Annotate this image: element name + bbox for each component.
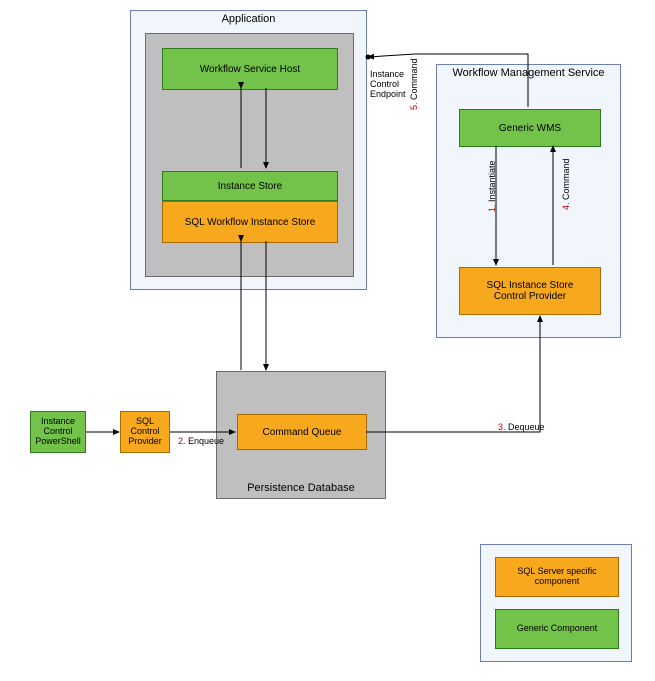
step1-label: 1. Instantiate bbox=[488, 160, 498, 212]
workflow-service-host: Workflow Service Host bbox=[162, 48, 338, 90]
step4-label: 4. Command bbox=[562, 158, 572, 210]
sql-workflow-instance-store-label: SQL Workflow Instance Store bbox=[185, 217, 316, 228]
instance-control-powershell-label: Instance Control PowerShell bbox=[35, 417, 81, 447]
sql-workflow-instance-store: SQL Workflow Instance Store bbox=[162, 201, 338, 243]
persistence-database-title: Persistence Database bbox=[217, 482, 385, 494]
application-inner: Workflow Service Host Instance Store SQL… bbox=[145, 33, 354, 277]
step5-label: 5. Command bbox=[410, 58, 420, 110]
legend-sql-specific-label: SQL Server specific component bbox=[517, 567, 596, 587]
sql-instance-store-control-provider: SQL Instance Store Control Provider bbox=[459, 267, 601, 315]
step2-label: 2. Enqueue bbox=[178, 437, 224, 447]
wms-title: Workflow Management Service bbox=[437, 65, 620, 81]
command-queue: Command Queue bbox=[237, 414, 367, 450]
legend-sql-specific: SQL Server specific component bbox=[495, 557, 619, 597]
generic-wms: Generic WMS bbox=[459, 109, 601, 147]
sql-instance-store-control-provider-label: SQL Instance Store Control Provider bbox=[487, 280, 574, 302]
instance-store-label: Instance Store bbox=[218, 181, 282, 192]
application-container: Application Workflow Service Host Instan… bbox=[130, 10, 367, 290]
generic-wms-label: Generic WMS bbox=[499, 123, 561, 134]
application-title: Application bbox=[131, 11, 366, 27]
legend-generic-label: Generic Component bbox=[517, 624, 598, 634]
persistence-database: Command Queue Persistence Database bbox=[216, 371, 386, 499]
instance-control-endpoint-label: Instance Control Endpoint bbox=[370, 60, 412, 100]
wms-container: Workflow Management Service Generic WMS … bbox=[436, 64, 621, 338]
sql-control-provider: SQL Control Provider bbox=[120, 411, 170, 453]
command-queue-label: Command Queue bbox=[263, 427, 342, 438]
legend-container: SQL Server specific component Generic Co… bbox=[480, 544, 632, 662]
workflow-service-host-label: Workflow Service Host bbox=[200, 64, 300, 75]
sql-control-provider-label: SQL Control Provider bbox=[128, 417, 162, 447]
legend-generic: Generic Component bbox=[495, 609, 619, 649]
instance-store: Instance Store bbox=[162, 171, 338, 201]
instance-control-powershell: Instance Control PowerShell bbox=[30, 411, 86, 453]
step3-label: 3. Dequeue bbox=[498, 423, 545, 433]
